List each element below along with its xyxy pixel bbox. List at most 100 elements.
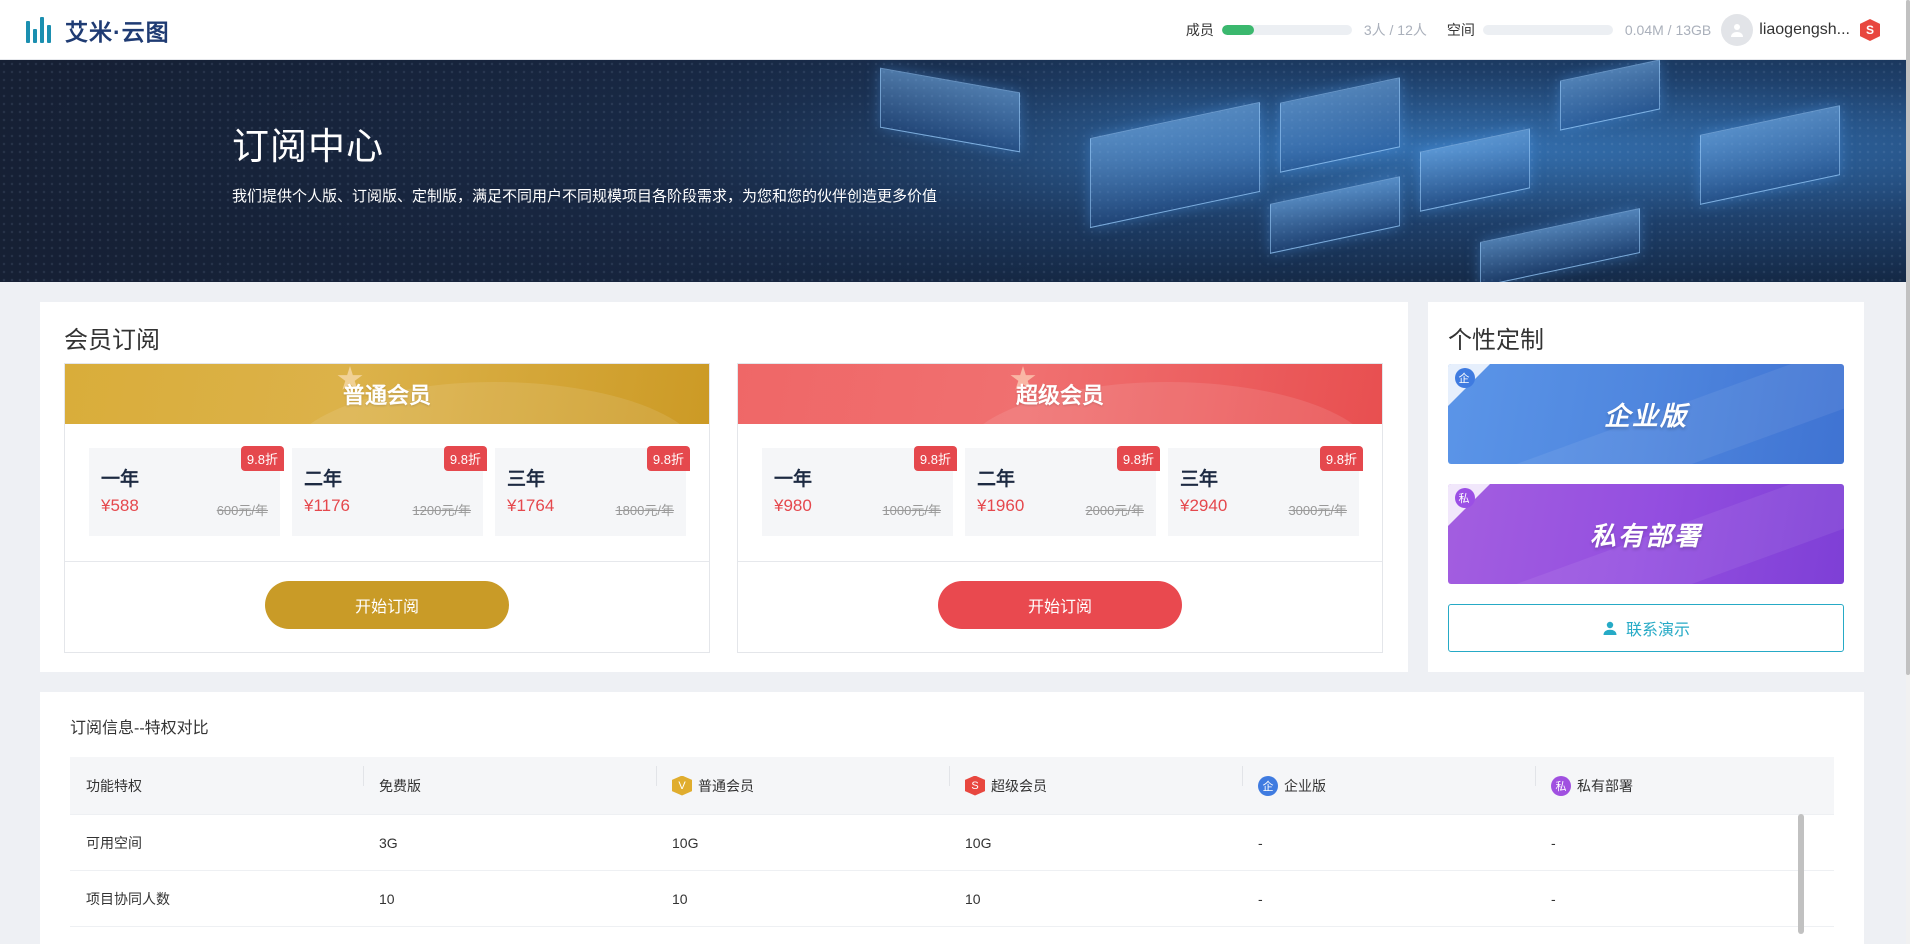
plan-card[interactable]: 9.8折 二年 ¥1176 1200元/年 bbox=[292, 446, 487, 536]
table-cell: 可用空间 bbox=[86, 834, 142, 851]
comparison-table: 功能特权 免费版 V 普通会员 S 超级会员 企 企业版 私 私有部署 可用空间… bbox=[70, 757, 1834, 927]
private-deploy-card[interactable]: 私 私有部署 bbox=[1448, 484, 1844, 584]
usage-area: 成员 3人 / 12人 空间 0.04M / 13GB liaogengsh..… bbox=[1186, 0, 1880, 60]
app-logo[interactable]: 艾米·云图 bbox=[26, 13, 170, 47]
discount-badge: 9.8折 bbox=[646, 446, 690, 471]
user-avatar[interactable] bbox=[1721, 14, 1754, 46]
discount-badge: 9.8折 bbox=[913, 446, 957, 471]
plan-price: ¥1176 bbox=[304, 496, 351, 515]
plan-original-price: 3000元/年 bbox=[1288, 503, 1347, 518]
plan-price: ¥980 bbox=[774, 496, 812, 515]
super-subscribe-button[interactable]: 开始订阅 bbox=[938, 581, 1182, 629]
enterprise-badge-icon: 企 bbox=[1455, 368, 1475, 388]
plan-original-price: 600元/年 bbox=[216, 503, 268, 518]
username[interactable]: liaogengsh... bbox=[1759, 21, 1850, 39]
table-cell: - bbox=[1258, 834, 1263, 851]
super-member-title: 超级会员 bbox=[1015, 383, 1104, 408]
plan-original-price: 1200元/年 bbox=[412, 503, 471, 518]
membership-title: 会员订阅 bbox=[64, 327, 160, 354]
page-scrollbar[interactable] bbox=[1906, 0, 1910, 944]
column-header: V 普通会员 bbox=[656, 765, 949, 796]
table-cell: 项目协同人数 bbox=[86, 890, 170, 907]
super-member-card: 超级会员 9.8折 一年 ¥980 1000元/年 9.8折 二年 ¥1960 … bbox=[737, 363, 1383, 653]
plan-period: 二年 bbox=[977, 469, 1016, 490]
members-value: 3人 / 12人 bbox=[1363, 22, 1427, 38]
table-header-row: 功能特权 免费版 V 普通会员 S 超级会员 企 企业版 私 私有部署 bbox=[70, 757, 1834, 815]
top-bar: 艾米·云图 成员 3人 / 12人 空间 0.04M / 13GB liaoge… bbox=[0, 0, 1906, 60]
table-cell: 10 bbox=[965, 890, 981, 907]
membership-panel: 会员订阅 普通会员 9.8折 一年 ¥588 600元/年 9.8折 二年 ¥1… bbox=[40, 302, 1408, 672]
table-cell: - bbox=[1551, 834, 1556, 851]
plan-original-price: 1000元/年 bbox=[882, 503, 941, 518]
normal-member-title: 普通会员 bbox=[342, 383, 431, 408]
discount-badge: 9.8折 bbox=[240, 446, 284, 471]
column-header: 功能特权 bbox=[86, 777, 142, 794]
table-cell: 10 bbox=[672, 890, 688, 907]
plan-price: ¥1764 bbox=[507, 496, 555, 515]
plan-period: 一年 bbox=[101, 469, 140, 490]
plan-card[interactable]: 9.8折 三年 ¥1764 1800元/年 bbox=[495, 446, 690, 536]
user-icon bbox=[1731, 24, 1744, 37]
private-badge-icon: 私 bbox=[1551, 775, 1571, 796]
plan-price: ¥2940 bbox=[1180, 496, 1228, 515]
enterprise-badge-icon: 企 bbox=[1258, 775, 1278, 796]
plan-period: 三年 bbox=[507, 469, 546, 490]
private-deploy-label: 私有部署 bbox=[1589, 520, 1702, 551]
plan-period: 二年 bbox=[304, 469, 343, 490]
comparison-panel: 订阅信息--特权对比 功能特权 免费版 V 普通会员 S 超级会员 企 企业版 … bbox=[40, 692, 1864, 944]
table-cell: 10G bbox=[965, 834, 992, 851]
enterprise-label: 企业版 bbox=[1603, 400, 1688, 431]
private-badge-icon: 私 bbox=[1455, 488, 1475, 508]
logo-text: 艾米·云图 bbox=[65, 18, 170, 45]
super-member-header: 超级会员 bbox=[738, 364, 1382, 424]
custom-title: 个性定制 bbox=[1448, 327, 1544, 354]
members-label: 成员 bbox=[1185, 22, 1214, 38]
members-progress bbox=[1221, 25, 1352, 35]
column-header: S 超级会员 bbox=[949, 765, 1242, 796]
column-header: 企 企业版 bbox=[1242, 765, 1535, 796]
comparison-title: 订阅信息--特权对比 bbox=[70, 720, 209, 737]
plan-original-price: 1800元/年 bbox=[615, 503, 674, 518]
table-row: 项目协同人数 10 10 10 - - bbox=[70, 871, 1834, 927]
plan-period: 三年 bbox=[1180, 469, 1219, 490]
table-scrollbar[interactable] bbox=[1798, 814, 1804, 934]
plan-card[interactable]: 9.8折 一年 ¥980 1000元/年 bbox=[762, 446, 957, 536]
table-cell: - bbox=[1258, 890, 1263, 907]
page-scrollbar-thumb[interactable] bbox=[1906, 0, 1910, 675]
space-progress bbox=[1482, 25, 1613, 35]
normal-member-card: 普通会员 9.8折 一年 ¥588 600元/年 9.8折 二年 ¥1176 1… bbox=[64, 363, 710, 653]
plan-card[interactable]: 9.8折 三年 ¥2940 3000元/年 bbox=[1168, 446, 1363, 536]
table-cell: - bbox=[1551, 890, 1556, 907]
normal-member-header: 普通会员 bbox=[65, 364, 709, 424]
plan-card[interactable]: 9.8折 二年 ¥1960 2000元/年 bbox=[965, 446, 1160, 536]
table-cell: 10 bbox=[379, 890, 395, 907]
plan-period: 一年 bbox=[774, 469, 813, 490]
plan-card[interactable]: 9.8折 一年 ¥588 600元/年 bbox=[89, 446, 284, 536]
normal-member-badge-icon: V bbox=[672, 775, 692, 796]
hero-subtitle: 我们提供个人版、订阅版、定制版，满足不同用户不同规模项目各阶段需求，为您和您的伙… bbox=[232, 188, 938, 205]
plan-price: ¥1960 bbox=[977, 496, 1025, 515]
column-header: 私 私有部署 bbox=[1535, 765, 1828, 796]
table-cell: 3G bbox=[379, 834, 398, 851]
space-value: 0.04M / 13GB bbox=[1624, 22, 1712, 38]
plan-price: ¥588 bbox=[101, 496, 139, 515]
discount-badge: 9.8折 bbox=[443, 446, 487, 471]
enterprise-card[interactable]: 企 企业版 bbox=[1448, 364, 1844, 464]
person-icon bbox=[1603, 621, 1617, 635]
table-cell: 10G bbox=[672, 834, 699, 851]
super-member-badge-icon: S bbox=[965, 775, 985, 796]
contact-demo-button[interactable]: 联系演示 bbox=[1448, 604, 1844, 652]
hero-banner: 订阅中心 我们提供个人版、订阅版、定制版，满足不同用户不同规模项目各阶段需求，为… bbox=[0, 60, 1906, 282]
plan-original-price: 2000元/年 bbox=[1085, 503, 1144, 518]
custom-panel: 个性定制 企 企业版 私 私有部署 联系演示 bbox=[1428, 302, 1864, 672]
discount-badge: 9.8折 bbox=[1116, 446, 1160, 471]
table-row: 可用空间 3G 10G 10G - - bbox=[70, 815, 1834, 871]
hero-title: 订阅中心 bbox=[232, 126, 384, 167]
super-member-badge-icon: S bbox=[1860, 19, 1880, 41]
normal-subscribe-button[interactable]: 开始订阅 bbox=[265, 581, 509, 629]
column-header: 免费版 bbox=[363, 765, 656, 796]
discount-badge: 9.8折 bbox=[1319, 446, 1363, 471]
members-progress-fill bbox=[1221, 25, 1255, 35]
logo-bars-icon bbox=[26, 16, 51, 43]
space-label: 空间 bbox=[1446, 22, 1475, 38]
